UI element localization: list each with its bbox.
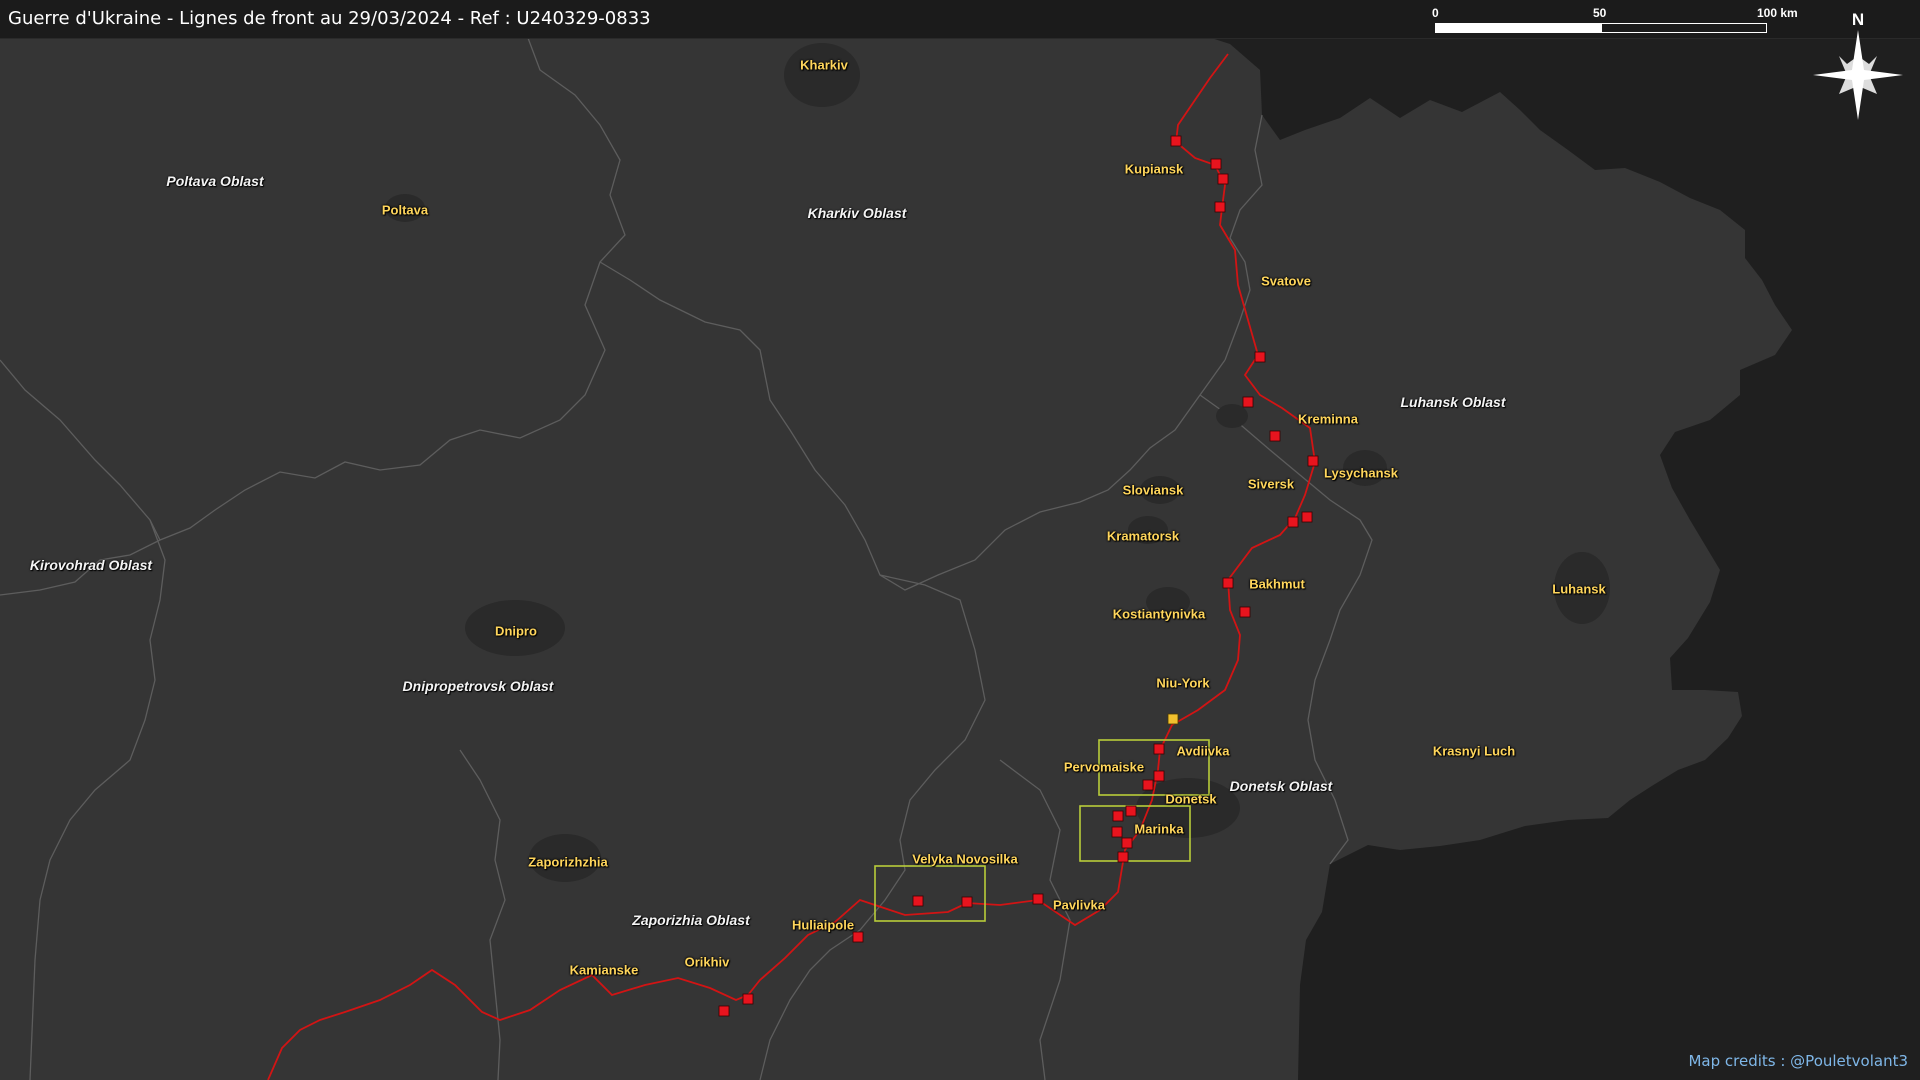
city-label: Siversk [1247,476,1295,492]
city-label: Kamianske [569,962,639,978]
event-marker [1210,158,1222,170]
event-marker [1117,851,1129,863]
oblast-label: Kirovohrad Oblast [29,557,153,573]
event-marker [1222,577,1234,589]
event-marker [1269,430,1281,442]
scale-label-0: 0 [1432,6,1439,20]
city-label: Kostiantynivka [1112,606,1206,622]
event-marker [1214,201,1226,213]
event-marker [1032,893,1044,905]
oblast-label: Poltava Oblast [166,173,264,189]
event-marker [1287,516,1299,528]
highlight-marker [1167,713,1179,725]
oblast-label: Zaporizhia Oblast [632,912,750,928]
city-label: Kharkiv [800,57,848,73]
scale-segment-empty [1601,23,1767,33]
event-marker [1153,743,1165,755]
oblast-label: Luhansk Oblast [1400,394,1506,410]
city-label: Marinka [1134,821,1184,837]
map-title: Guerre d'Ukraine - Lignes de front au 29… [8,8,651,29]
event-marker [1153,770,1165,782]
event-marker [961,896,973,908]
city-label: Poltava [381,202,429,218]
oblast-label: Kharkiv Oblast [807,205,907,221]
city-label: Pervomaiske [1063,759,1145,775]
event-marker [852,931,864,943]
city-label: Lysychansk [1324,465,1398,481]
oblast-label: Dnipropetrovsk Oblast [402,678,554,694]
map-credits: Map credits : @Pouletvolant3 [1688,1052,1908,1070]
city-label: Krasnyi Luch [1432,743,1516,759]
city-label: Sloviansk [1122,482,1184,498]
city-label: Donetsk [1165,791,1217,807]
city-label: Pavlivka [1052,897,1106,913]
event-marker [1111,826,1123,838]
north-label: N [1852,10,1864,29]
compass-star-icon: N [1813,10,1903,120]
city-label: Orikhiv [684,954,730,970]
event-marker [742,993,754,1005]
city-label: Bakhmut [1249,576,1305,592]
scale-label-100: 100 km [1757,6,1798,20]
city-label: Avdiivka [1176,743,1230,759]
event-marker [1307,455,1319,467]
scale-label-50: 50 [1593,6,1607,20]
city-label: Svatove [1261,273,1311,289]
city-label: Kreminna [1298,411,1358,427]
city-label: Luhansk [1552,581,1606,597]
oblast-label: Donetsk Oblast [1229,778,1333,794]
city-label: Niu-York [1156,675,1210,691]
event-marker [1125,805,1137,817]
event-marker [1239,606,1251,618]
event-marker [1301,511,1313,523]
north-arrow: N [1808,8,1908,124]
city-label: Kupiansk [1124,161,1184,177]
event-marker [1121,837,1133,849]
event-marker [1217,173,1229,185]
event-marker [912,895,924,907]
map-canvas[interactable] [0,0,1920,1080]
city-label: Huliaipole [791,917,855,933]
event-marker [1170,135,1182,147]
city-label: Zaporizhzhia [528,854,608,870]
city-label: Velyka Novosilka [912,851,1018,867]
event-marker [1242,396,1254,408]
event-marker [1142,779,1154,791]
city-label: Kramatorsk [1106,528,1180,544]
event-marker [1112,810,1124,822]
scale-bar: 0 50 100 km [1430,6,1810,36]
event-marker [718,1005,730,1017]
city-label: Dnipro [495,623,537,639]
scale-segment-filled [1435,23,1601,33]
event-marker [1254,351,1266,363]
